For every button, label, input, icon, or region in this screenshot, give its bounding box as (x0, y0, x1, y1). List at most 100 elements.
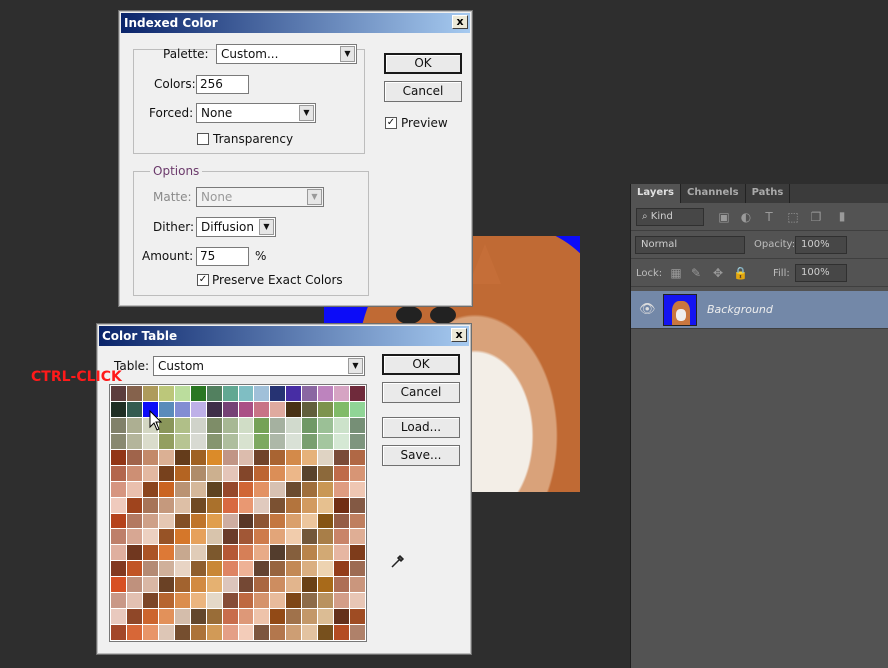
color-swatch[interactable] (254, 513, 270, 529)
palette-select[interactable]: Custom... ▼ (216, 44, 357, 64)
color-swatch[interactable] (206, 545, 222, 561)
color-swatch[interactable] (334, 465, 350, 481)
color-swatch[interactable] (158, 386, 174, 401)
color-swatch[interactable] (206, 529, 222, 545)
color-swatch[interactable] (334, 513, 350, 529)
color-swatch[interactable] (111, 481, 126, 497)
close-icon[interactable]: x (451, 328, 467, 342)
color-swatch[interactable] (174, 513, 190, 529)
color-swatch[interactable] (126, 577, 142, 593)
color-swatch[interactable] (222, 417, 238, 433)
color-swatch[interactable] (222, 625, 238, 640)
color-swatch[interactable] (238, 609, 254, 625)
color-swatch[interactable] (111, 625, 126, 640)
color-swatch[interactable] (190, 593, 206, 609)
color-swatch[interactable] (318, 625, 334, 640)
color-swatch[interactable] (222, 529, 238, 545)
color-swatch[interactable] (334, 561, 350, 577)
color-swatch[interactable] (174, 497, 190, 513)
color-swatch[interactable] (126, 513, 142, 529)
color-swatch[interactable] (286, 513, 302, 529)
color-swatch[interactable] (190, 513, 206, 529)
color-table-grid[interactable] (109, 384, 367, 642)
color-swatch[interactable] (190, 417, 206, 433)
color-swatch[interactable] (302, 465, 318, 481)
color-swatch[interactable] (270, 465, 286, 481)
forced-select[interactable]: None ▼ (196, 103, 316, 123)
color-swatch[interactable] (190, 401, 206, 417)
color-swatch[interactable] (270, 561, 286, 577)
color-swatch[interactable] (126, 593, 142, 609)
color-swatch[interactable] (111, 465, 126, 481)
color-swatch[interactable] (111, 386, 126, 401)
color-swatch[interactable] (206, 593, 222, 609)
color-swatch[interactable] (206, 609, 222, 625)
color-swatch[interactable] (286, 386, 302, 401)
color-swatch[interactable] (334, 529, 350, 545)
color-swatch[interactable] (206, 386, 222, 401)
color-swatch[interactable] (318, 545, 334, 561)
image-filter-icon[interactable]: ▣ (717, 210, 731, 224)
color-swatch[interactable] (286, 593, 302, 609)
color-swatch[interactable] (222, 609, 238, 625)
color-swatch[interactable] (254, 609, 270, 625)
color-swatch[interactable] (318, 609, 334, 625)
color-swatch[interactable] (270, 593, 286, 609)
color-swatch[interactable] (318, 401, 334, 417)
color-swatch[interactable] (254, 577, 270, 593)
color-swatch[interactable] (190, 497, 206, 513)
dither-select[interactable]: Diffusion ▼ (196, 217, 276, 237)
save-button[interactable]: Save... (382, 445, 460, 466)
color-swatch[interactable] (142, 465, 158, 481)
color-swatch[interactable] (190, 529, 206, 545)
color-swatch[interactable] (111, 497, 126, 513)
color-swatch[interactable] (142, 625, 158, 640)
color-swatch[interactable] (174, 465, 190, 481)
color-swatch[interactable] (302, 593, 318, 609)
color-swatch[interactable] (302, 481, 318, 497)
color-swatch[interactable] (206, 561, 222, 577)
color-swatch[interactable] (190, 433, 206, 449)
color-swatch[interactable] (350, 449, 365, 465)
color-swatch[interactable] (318, 561, 334, 577)
color-swatch[interactable] (302, 449, 318, 465)
color-swatch[interactable] (270, 417, 286, 433)
color-swatch[interactable] (158, 545, 174, 561)
color-swatch[interactable] (270, 386, 286, 401)
color-swatch[interactable] (350, 545, 365, 561)
color-swatch[interactable] (238, 449, 254, 465)
color-swatch[interactable] (142, 449, 158, 465)
color-swatch[interactable] (174, 386, 190, 401)
color-swatch[interactable] (334, 609, 350, 625)
color-swatch[interactable] (158, 449, 174, 465)
color-swatch[interactable] (158, 513, 174, 529)
color-swatch[interactable] (350, 481, 365, 497)
color-swatch[interactable] (334, 417, 350, 433)
color-swatch[interactable] (334, 625, 350, 640)
color-swatch[interactable] (190, 449, 206, 465)
lock-brush-icon[interactable]: ✎ (689, 266, 703, 280)
color-swatch[interactable] (350, 513, 365, 529)
color-swatch[interactable] (318, 433, 334, 449)
color-swatch[interactable] (190, 545, 206, 561)
color-swatch[interactable] (350, 609, 365, 625)
color-swatch[interactable] (254, 625, 270, 640)
color-swatch[interactable] (174, 481, 190, 497)
lock-transparent-icon[interactable]: ▦ (669, 266, 683, 280)
amount-input[interactable]: 75 (196, 247, 249, 266)
color-swatch[interactable] (286, 545, 302, 561)
color-swatch[interactable] (158, 497, 174, 513)
color-swatch[interactable] (174, 625, 190, 640)
kind-filter-select[interactable]: ⌕ Kind (636, 208, 704, 226)
color-swatch[interactable] (318, 465, 334, 481)
color-swatch[interactable] (190, 386, 206, 401)
color-swatch[interactable] (238, 481, 254, 497)
color-swatch[interactable] (111, 513, 126, 529)
color-swatch[interactable] (126, 417, 142, 433)
lock-move-icon[interactable]: ✥ (711, 266, 725, 280)
color-swatch[interactable] (318, 593, 334, 609)
color-swatch[interactable] (126, 481, 142, 497)
layer-name[interactable]: Background (707, 303, 773, 316)
color-swatch[interactable] (238, 593, 254, 609)
color-swatch[interactable] (318, 497, 334, 513)
